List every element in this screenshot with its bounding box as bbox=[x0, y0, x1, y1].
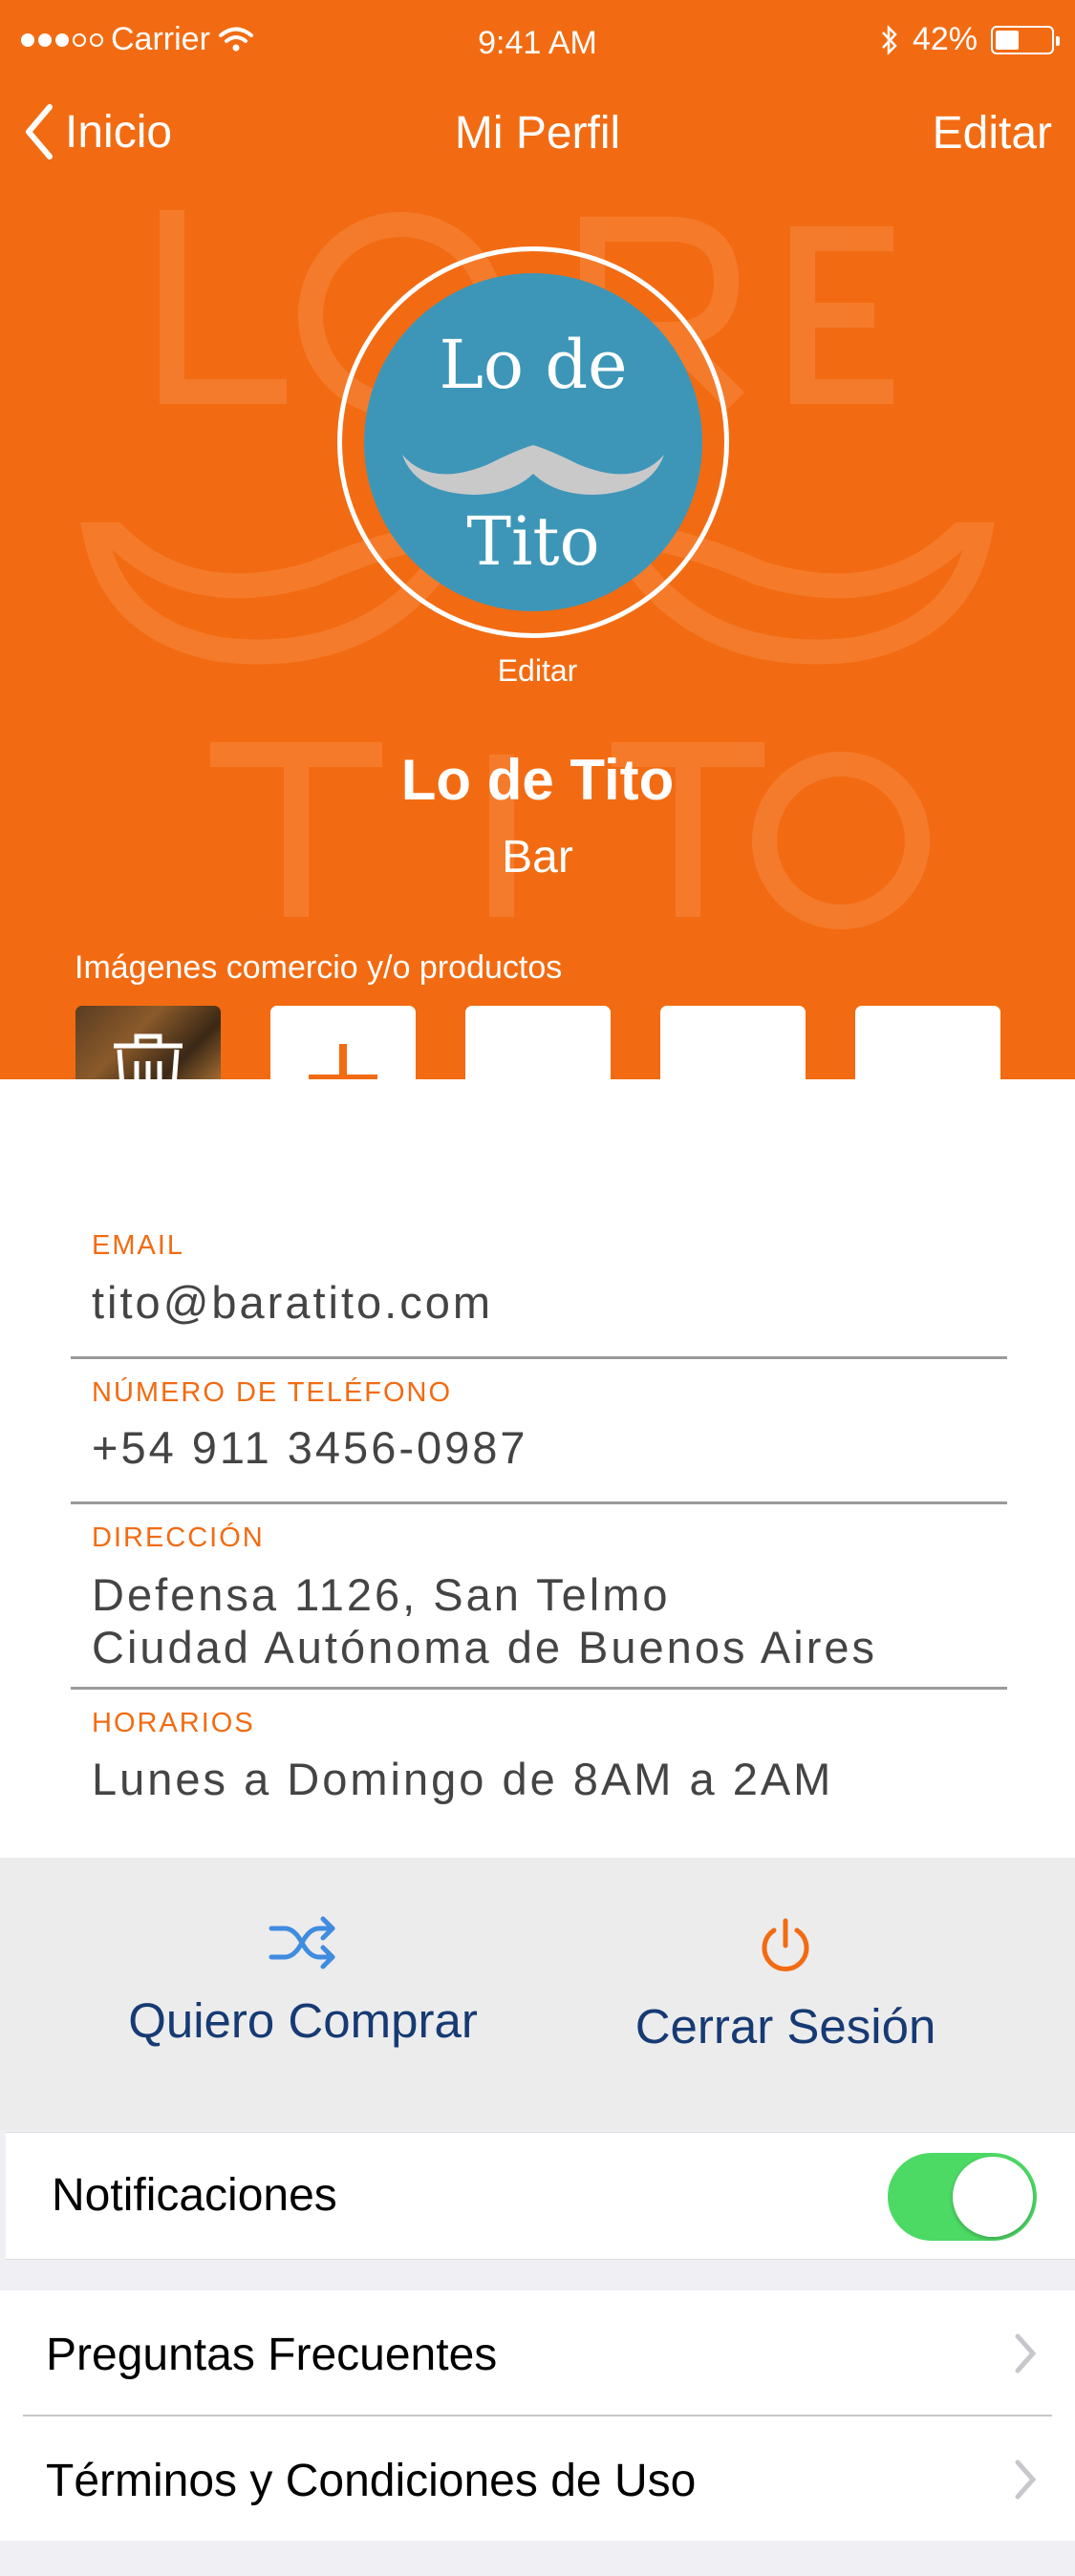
faq-label: Preguntas Frecuentes bbox=[46, 2330, 498, 2380]
notifications-toggle[interactable] bbox=[888, 2153, 1037, 2241]
business-name: Lo de Tito bbox=[400, 748, 675, 812]
logout-label: Cerrar Sesión bbox=[634, 1999, 936, 2054]
status-right: 42% bbox=[880, 21, 1060, 58]
email-field[interactable]: tito@baratito.com bbox=[92, 1276, 493, 1329]
phone-field[interactable]: +54 911 3456-0987 bbox=[92, 1421, 528, 1474]
hours-label: HORARIOS bbox=[92, 1708, 255, 1738]
mustache-icon bbox=[402, 445, 664, 495]
info-list: Preguntas Frecuentes Términos y Condicio… bbox=[0, 2290, 1075, 2541]
address-line-2: Ciudad Autónoma de Buenos Aires bbox=[92, 1622, 878, 1672]
back-button[interactable]: Inicio bbox=[23, 103, 172, 160]
chevron-right-icon bbox=[1015, 2459, 1037, 2500]
logout-button[interactable]: Cerrar Sesión bbox=[547, 1915, 1024, 2054]
edit-button[interactable]: Editar bbox=[933, 107, 1052, 160]
address-label: DIRECCIÓN bbox=[92, 1522, 265, 1553]
avatar-edit-link[interactable]: Editar bbox=[0, 653, 1075, 689]
navigation-bar: Inicio Mi Perfil Editar bbox=[0, 96, 1075, 172]
logo-text-bottom: Tito bbox=[466, 502, 599, 581]
list-item-faq[interactable]: Preguntas Frecuentes bbox=[0, 2290, 1075, 2416]
avatar[interactable]: Lo de Tito bbox=[364, 273, 702, 611]
back-chevron-icon bbox=[26, 104, 53, 160]
battery-icon bbox=[991, 25, 1060, 54]
notifications-row: Notificaciones bbox=[6, 2132, 1075, 2260]
hours-field[interactable]: Lunes a Domingo de 8AM a 2AM bbox=[92, 1753, 833, 1805]
divider bbox=[71, 1501, 1007, 1504]
bluetooth-icon bbox=[882, 24, 897, 55]
battery-percent: 42% bbox=[912, 21, 978, 57]
list-item-terms[interactable]: Términos y Condiciones de Uso bbox=[0, 2416, 1075, 2541]
images-section-label: Imágenes comercio y/o productos bbox=[75, 949, 563, 986]
status-bar: Carrier 9:41 AM 42% bbox=[0, 0, 1075, 86]
chevron-right-icon bbox=[1015, 2333, 1037, 2374]
terms-label: Términos y Condiciones de Uso bbox=[46, 2456, 697, 2506]
business-category: Bar bbox=[502, 832, 573, 883]
profile-header: Carrier 9:41 AM 42% Inicio Mi Perfil Edi… bbox=[0, 0, 1075, 1079]
email-label: EMAIL bbox=[92, 1230, 185, 1261]
power-icon bbox=[762, 1918, 809, 1971]
buy-button[interactable]: Quiero Comprar bbox=[64, 1915, 542, 2049]
divider bbox=[71, 1687, 1007, 1690]
notifications-label: Notificaciones bbox=[52, 2170, 337, 2221]
phone-label: NÚMERO DE TELÉFONO bbox=[92, 1377, 453, 1408]
divider bbox=[71, 1356, 1007, 1359]
actions-area: Quiero Comprar Cerrar Sesión bbox=[0, 1858, 1075, 2130]
logo-text-top: Lo de bbox=[439, 326, 627, 404]
back-label: Inicio bbox=[65, 106, 173, 158]
buy-label: Quiero Comprar bbox=[128, 1993, 478, 2048]
profile-fields: EMAIL tito@baratito.com NÚMERO DE TELÉFO… bbox=[0, 1079, 1075, 1858]
shuffle-icon bbox=[269, 1916, 335, 1969]
address-line-1: Defensa 1126, San Telmo bbox=[92, 1569, 671, 1620]
